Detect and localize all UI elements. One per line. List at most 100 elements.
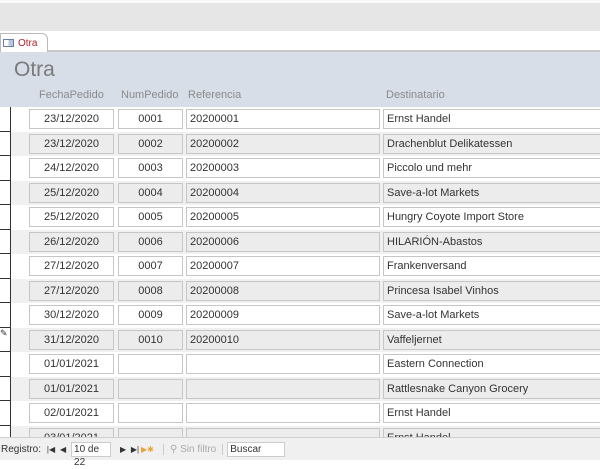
tab-label: Otra (18, 37, 38, 49)
numpedido-field[interactable]: 0010 (118, 329, 183, 350)
referencia-field[interactable]: 20200001 (186, 109, 380, 129)
record-selector[interactable] (0, 131, 11, 156)
next-record-button[interactable]: ▶ (117, 445, 129, 454)
destinatario-field[interactable]: Ernst Handel (383, 109, 600, 129)
referencia-field[interactable] (186, 403, 380, 423)
record-row: 24/12/2020 0003 20200003 Piccolo und meh… (0, 156, 600, 181)
record-selector[interactable] (0, 229, 11, 254)
destinatario-field[interactable]: Piccolo und mehr (383, 158, 600, 178)
record-selector[interactable] (0, 401, 11, 426)
current-record-field[interactable]: 10 de 22 (71, 441, 112, 468)
tab-otra[interactable]: Otra (0, 33, 48, 52)
pencil-icon: ✎ (0, 327, 8, 338)
fechapedido-field[interactable]: 30/12/2020 (29, 305, 114, 325)
record-row: 01/01/2021 Rattlesnake Canyon Grocery (0, 376, 600, 401)
referencia-field[interactable]: 20200010 (186, 329, 380, 350)
destinatario-field[interactable]: Rattlesnake Canyon Grocery (383, 378, 600, 399)
record-selector[interactable] (0, 180, 11, 205)
record-row: 01/01/2021 Eastern Connection (0, 352, 600, 377)
destinatario-field[interactable]: Save-a-lot Markets (383, 182, 600, 203)
numpedido-field[interactable]: 0006 (118, 231, 183, 252)
referencia-field[interactable]: 20200004 (186, 182, 380, 203)
column-header-destinatario: Destinatario (386, 89, 445, 101)
filter-icon: ⚲ (170, 443, 181, 455)
numpedido-field[interactable] (118, 403, 183, 423)
first-record-button[interactable]: |◀ (45, 445, 57, 454)
fechapedido-field[interactable]: 25/12/2020 (29, 182, 114, 203)
record-selector[interactable] (0, 425, 11, 437)
column-header-numpedido: NumPedido (121, 89, 179, 101)
referencia-field[interactable]: 20200008 (186, 280, 380, 301)
numpedido-field[interactable] (118, 354, 183, 374)
fechapedido-field[interactable]: 26/12/2020 (29, 231, 114, 252)
referencia-field[interactable]: 20200005 (186, 207, 380, 227)
fechapedido-field[interactable]: 31/12/2020 (29, 329, 114, 350)
record-selector[interactable]: ✎ (0, 327, 11, 352)
record-row: ✎ 31/12/2020 0010 20200010 Vaffeljernet (0, 327, 600, 352)
fechapedido-field[interactable]: 24/12/2020 (29, 158, 114, 178)
destinatario-field[interactable]: Vaffeljernet (383, 329, 600, 350)
record-row: 27/12/2020 0007 20200007 Frankenversand (0, 254, 600, 279)
numpedido-field[interactable] (118, 427, 183, 437)
numpedido-field[interactable]: 0009 (118, 305, 183, 325)
document-tabs: Otra (0, 31, 600, 52)
referencia-field[interactable] (186, 427, 380, 437)
record-row: 23/12/2020 0002 20200002 Drachenblut Del… (0, 131, 600, 156)
destinatario-field[interactable]: Frankenversand (383, 256, 600, 276)
record-selector[interactable] (0, 278, 11, 303)
record-selector[interactable] (0, 156, 11, 181)
record-selector[interactable] (0, 107, 11, 132)
numpedido-field[interactable]: 0003 (118, 158, 183, 178)
column-header-referencia: Referencia (188, 89, 242, 101)
search-input[interactable]: Buscar (227, 441, 286, 457)
destinatario-field[interactable]: Princesa Isabel Vinhos (383, 280, 600, 301)
fechapedido-field[interactable]: 25/12/2020 (29, 207, 114, 227)
record-row: 23/12/2020 0001 20200001 Ernst Handel (0, 107, 600, 132)
record-selector[interactable] (0, 303, 11, 328)
fechapedido-field[interactable]: 02/01/2021 (29, 403, 114, 423)
numpedido-field[interactable]: 0001 (118, 109, 183, 129)
referencia-field[interactable]: 20200003 (186, 158, 380, 178)
record-selector[interactable] (0, 352, 11, 377)
last-record-button[interactable]: ▶| (129, 445, 141, 454)
referencia-field[interactable] (186, 354, 380, 374)
numpedido-field[interactable]: 0008 (118, 280, 183, 301)
record-row: 03/01/2021 Ernst Handel (0, 425, 600, 437)
destinatario-field[interactable]: Drachenblut Delikatessen (383, 133, 600, 154)
previous-record-button[interactable]: ◀ (57, 445, 69, 454)
form-icon (3, 39, 14, 47)
numpedido-field[interactable]: 0002 (118, 133, 183, 154)
record-row: 25/12/2020 0004 20200004 Save-a-lot Mark… (0, 180, 600, 205)
fechapedido-field[interactable]: 27/12/2020 (29, 280, 114, 301)
record-selector[interactable] (0, 205, 11, 230)
referencia-field[interactable]: 20200007 (186, 256, 380, 276)
record-row: 26/12/2020 0006 20200006 HILARIÓN-Abasto… (0, 229, 600, 254)
record-label: Registro: (1, 443, 42, 455)
new-record-button[interactable]: ▶✱ (141, 445, 154, 454)
numpedido-field[interactable]: 0007 (118, 256, 183, 276)
record-navigation: Registro: |◀ ◀ 10 de 22 ▶ ▶| ▶✱ ⚲ Sin fi… (0, 437, 600, 468)
destinatario-field[interactable]: Ernst Handel (383, 403, 600, 423)
numpedido-field[interactable]: 0005 (118, 207, 183, 227)
record-selector[interactable] (0, 376, 11, 401)
numpedido-field[interactable] (118, 378, 183, 399)
numpedido-field[interactable]: 0004 (118, 182, 183, 203)
fechapedido-field[interactable]: 27/12/2020 (29, 256, 114, 276)
destinatario-field[interactable]: Ernst Handel (383, 427, 600, 437)
fechapedido-field[interactable]: 03/01/2021 (29, 427, 114, 437)
fechapedido-field[interactable]: 01/01/2021 (29, 378, 114, 399)
referencia-field[interactable] (186, 378, 380, 399)
destinatario-field[interactable]: HILARIÓN-Abastos (383, 231, 600, 252)
destinatario-field[interactable]: Eastern Connection (383, 354, 600, 374)
destinatario-field[interactable]: Save-a-lot Markets (383, 305, 600, 325)
fechapedido-field[interactable]: 23/12/2020 (29, 109, 114, 129)
record-selector[interactable] (0, 254, 11, 279)
column-header-fechapedido: FechaPedido (39, 89, 104, 101)
referencia-field[interactable]: 20200009 (186, 305, 380, 325)
filter-toggle[interactable]: ⚲ Sin filtro (163, 443, 224, 455)
referencia-field[interactable]: 20200002 (186, 133, 380, 154)
destinatario-field[interactable]: Hungry Coyote Import Store (383, 207, 600, 227)
fechapedido-field[interactable]: 01/01/2021 (29, 354, 114, 374)
fechapedido-field[interactable]: 23/12/2020 (29, 133, 114, 154)
referencia-field[interactable]: 20200006 (186, 231, 380, 252)
